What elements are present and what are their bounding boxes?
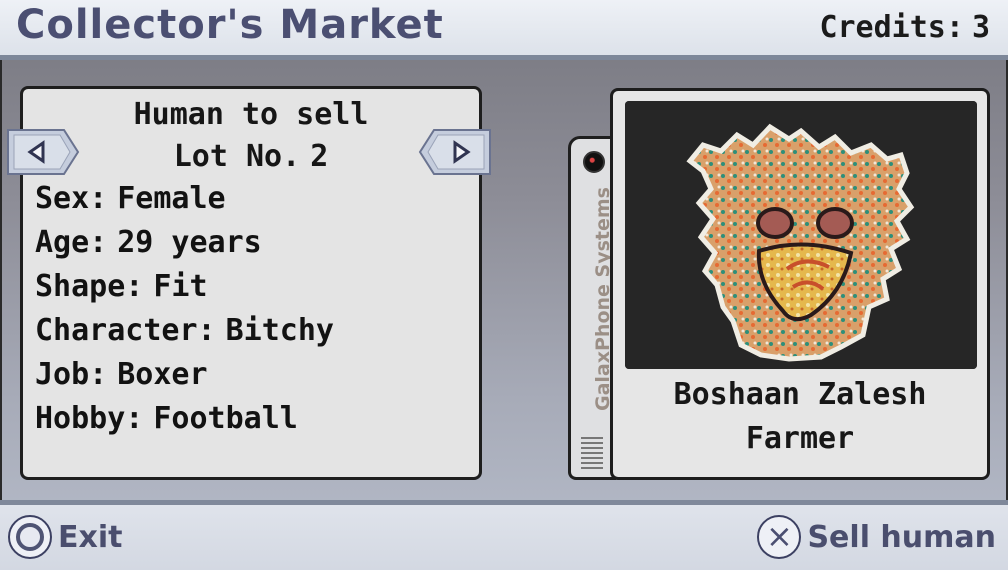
attribute-value: 29 years [117, 225, 262, 260]
attribute-character: Character: Bitchy [35, 313, 334, 348]
lot-label: Lot No. [173, 139, 301, 174]
attribute-hobby: Hobby: Football [35, 401, 298, 436]
attribute-label: Job: [35, 357, 108, 392]
bottom-action-bar: Exit × Sell human [0, 500, 1008, 570]
right-arrow-icon [418, 129, 491, 175]
buyer-portrait [625, 101, 977, 369]
page-title: Collector's Market [16, 2, 444, 48]
attribute-label: Character: [35, 313, 216, 348]
cross-button-icon: × [757, 515, 802, 559]
top-bar: Collector's Market Credits: 3 [0, 0, 1008, 60]
attribute-label: Age: [35, 225, 108, 260]
next-lot-button[interactable] [418, 128, 492, 176]
attribute-value: Female [117, 181, 226, 216]
attribute-job: Job: Boxer [35, 357, 208, 392]
tab-dot-icon [583, 151, 605, 173]
exit-label: Exit [58, 519, 123, 555]
attribute-sex: Sex: Female [35, 181, 226, 216]
human-info-panel: Human to sell Lot No. 2 Sex: Female Age: 29… [20, 86, 482, 480]
sell-label: Sell human [807, 519, 996, 555]
attribute-value: Bitchy [225, 313, 334, 348]
attribute-age: Age: 29 years [35, 225, 262, 260]
attribute-value: Fit [153, 269, 208, 304]
attribute-label: Hobby: [35, 401, 144, 436]
credits-value: 3 [971, 10, 990, 45]
galaxphone-tab: GalaxPhone Systems [568, 136, 616, 480]
attribute-label: Sex: [35, 181, 108, 216]
attribute-shape: Shape: Fit [35, 269, 208, 304]
exit-button[interactable]: Exit [8, 515, 122, 559]
sell-human-button[interactable]: × Sell human [757, 515, 996, 559]
credits-display: Credits: 3 [811, 10, 990, 45]
attribute-label: Shape: [35, 269, 144, 304]
left-arrow-icon [7, 129, 80, 175]
circle-button-icon [8, 515, 52, 559]
panel-heading: Human to sell [133, 97, 369, 132]
buyer-name: Boshaan Zalesh [673, 377, 927, 412]
previous-lot-button[interactable] [6, 128, 80, 176]
credits-label: Credits: [819, 10, 964, 45]
lot-line: Lot No. 2 [23, 139, 479, 174]
attribute-value: Boxer [117, 357, 208, 392]
buyer-profile-card: Boshaan Zalesh Farmer [610, 88, 990, 480]
grip-icon [581, 437, 603, 469]
lot-number: 2 [310, 139, 329, 174]
buyer-occupation: Farmer [745, 421, 855, 456]
attribute-value: Football [153, 401, 298, 436]
